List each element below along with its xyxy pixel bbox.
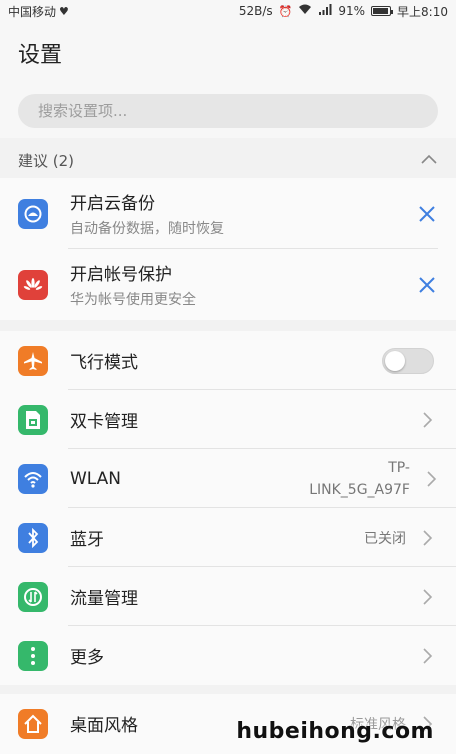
battery-icon: [371, 6, 394, 16]
airplane-icon: [18, 345, 48, 376]
wlan-network-name: TP- LINK_5G_A97F: [309, 457, 410, 501]
search-area: [0, 84, 456, 138]
search-input[interactable]: [18, 94, 438, 128]
page-title: 设置: [18, 43, 63, 68]
clock: 早上8:10: [397, 4, 448, 19]
heart-icon: ♥: [59, 4, 69, 18]
chevron-right-icon: [423, 529, 433, 546]
status-bar: 中国移动 ♥ 52B/s ⏰ 91% 早上8:10: [0, 0, 456, 22]
airplane-mode-toggle[interactable]: [382, 347, 434, 374]
settings-item-dual-sim[interactable]: 双卡管理: [0, 390, 456, 449]
settings-item-airplane-mode[interactable]: 飞行模式: [0, 331, 456, 390]
bluetooth-status: 已关闭: [364, 530, 406, 547]
chevron-up-icon[interactable]: [420, 151, 438, 169]
close-icon: [419, 276, 435, 293]
suggestion-title: 开启云备份: [70, 194, 155, 214]
chevron-right-icon: [423, 588, 433, 605]
wlan-value-line: TP-: [388, 459, 410, 476]
alarm-icon: ⏰: [278, 4, 293, 18]
settings-label: 双卡管理: [70, 412, 138, 432]
app-bar: 设置: [0, 22, 456, 84]
settings-item-data-usage[interactable]: 流量管理: [0, 567, 456, 626]
wifi-icon: [18, 463, 48, 494]
dismiss-button[interactable]: [416, 274, 438, 296]
data-usage-icon: [18, 581, 48, 612]
settings-item-more[interactable]: 更多: [0, 626, 456, 685]
suggestion-subtitle: 华为帐号使用更安全: [70, 292, 196, 308]
connectivity-card: 飞行模式 双卡管理 WLAN TP- LINK_5G_A97F 蓝牙 已关闭 流…: [0, 331, 456, 685]
network-speed: 52B/s: [238, 4, 273, 18]
suggestion-account-protection[interactable]: 开启帐号保护 华为帐号使用更安全: [0, 249, 456, 320]
signal-icon: [318, 4, 332, 18]
wlan-value-line: LINK_5G_A97F: [309, 481, 410, 498]
settings-item-wlan[interactable]: WLAN TP- LINK_5G_A97F: [0, 449, 456, 508]
settings-label: 流量管理: [70, 589, 138, 609]
dismiss-button[interactable]: [416, 203, 438, 225]
huawei-icon: [18, 269, 48, 300]
close-icon: [419, 205, 435, 222]
settings-label: WLAN: [70, 468, 122, 489]
watermark-text: hubeihong.com: [236, 719, 434, 744]
bluetooth-icon: [18, 522, 48, 553]
suggestions-card: 开启云备份 自动备份数据，随时恢复 开启帐号保护 华为帐号使用更安全: [0, 178, 456, 320]
chevron-right-icon: [427, 470, 437, 487]
more-icon: [18, 640, 48, 671]
settings-item-bluetooth[interactable]: 蓝牙 已关闭: [0, 508, 456, 567]
home-icon: [18, 708, 48, 739]
settings-label: 飞行模式: [70, 353, 138, 373]
carrier-label: 中国移动: [8, 4, 57, 19]
suggestion-cloud-backup[interactable]: 开启云备份 自动备份数据，随时恢复: [0, 178, 456, 249]
settings-label: 蓝牙: [70, 530, 104, 550]
chevron-right-icon: [423, 647, 433, 664]
chevron-right-icon: [423, 411, 433, 428]
settings-label: 更多: [70, 648, 104, 668]
cloud-backup-icon: [18, 198, 48, 229]
wifi-status-icon: [298, 4, 312, 18]
sim-card-icon: [18, 404, 48, 435]
suggestion-subtitle: 自动备份数据，随时恢复: [70, 221, 224, 237]
suggestions-title: 建议 (2): [18, 151, 75, 170]
suggestion-title: 开启帐号保护: [70, 265, 172, 285]
suggestions-header[interactable]: 建议 (2): [0, 142, 456, 178]
battery-percent: 91%: [338, 4, 366, 18]
